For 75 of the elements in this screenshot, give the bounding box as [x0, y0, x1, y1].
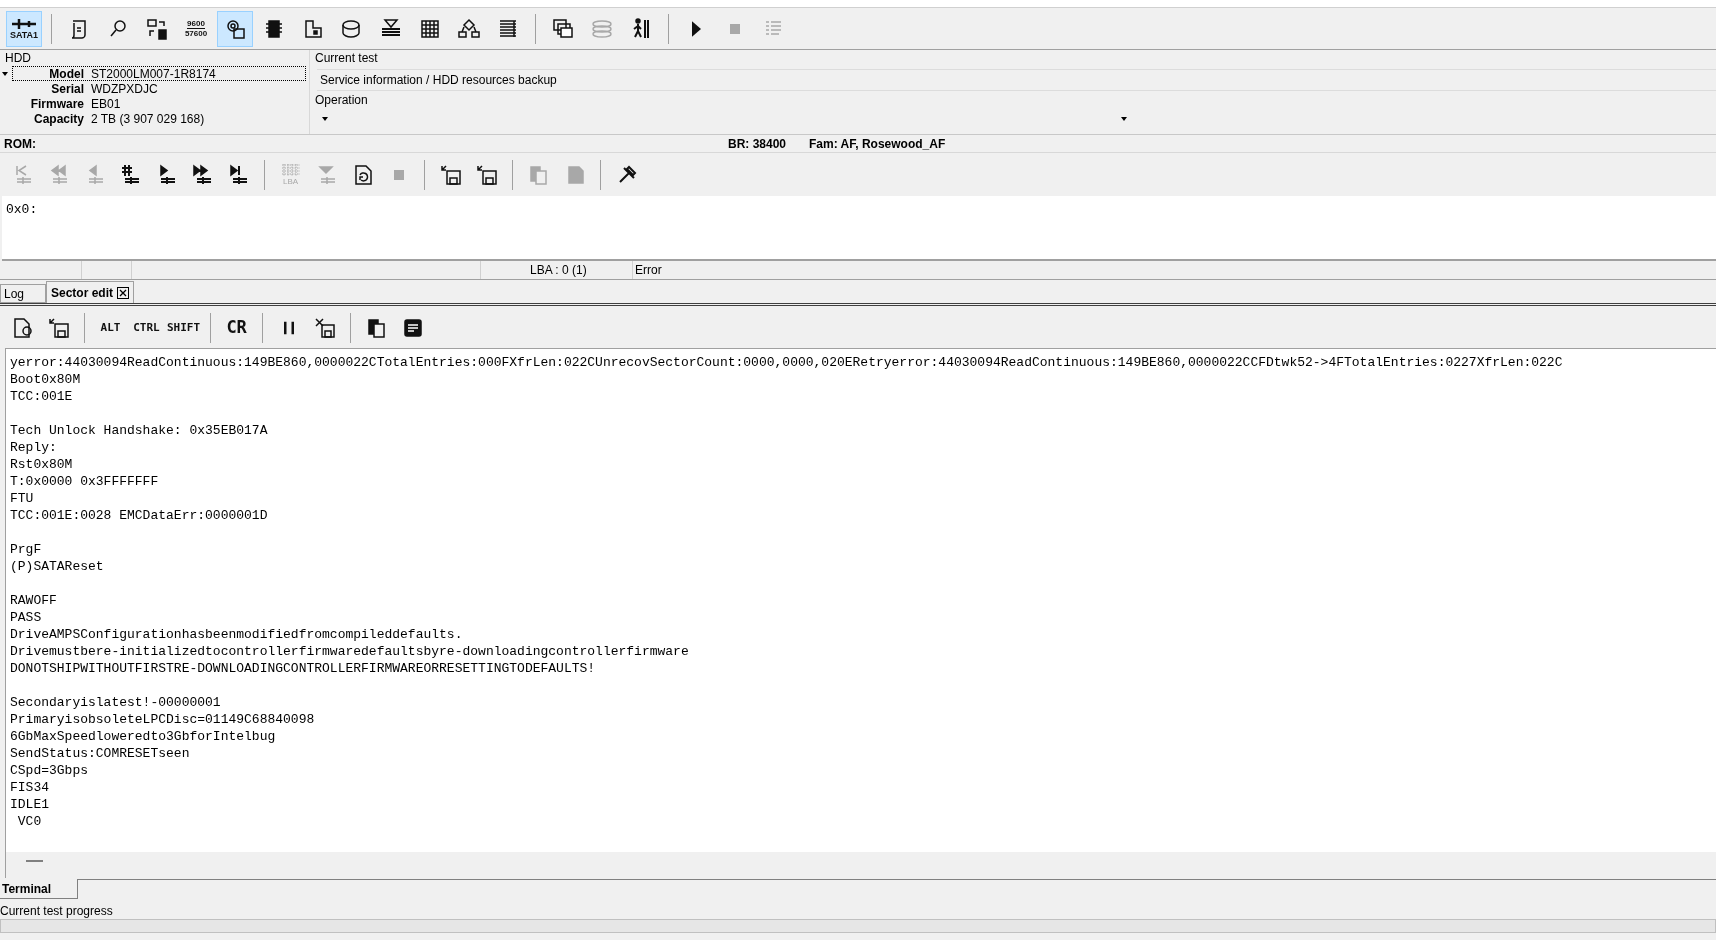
sata-port-button[interactable]: SATA1	[6, 10, 42, 47]
collapse-icon[interactable]	[2, 72, 8, 76]
terminal-line: T:0x0000 0x3FFFFFFF	[10, 473, 160, 490]
grid-icon	[280, 163, 301, 177]
input-cursor	[26, 860, 43, 862]
play-icon	[691, 20, 701, 37]
field-row[interactable]: Capacity 2 TB (3 907 029 168)	[12, 111, 306, 126]
terminal-line: SendStatus:COMRESETseen	[10, 745, 191, 762]
terminal-line: PrgF	[10, 541, 43, 558]
windows-icon	[551, 16, 575, 41]
terminal-line: IDLE1	[10, 796, 50, 813]
family-label: Fam: AF, Rosewood_AF	[809, 135, 946, 153]
tab[interactable]: Terminal	[0, 879, 78, 899]
field-label: Capacity	[32, 110, 85, 128]
baud-rate-label: BR: 38400	[728, 135, 788, 153]
terminal-line: Reply:	[10, 439, 58, 456]
field-value: EB01	[91, 95, 121, 113]
terminal-line: PrimaryisobsoleteLPCDisc=01149C68840098	[10, 711, 316, 728]
close-icon[interactable]	[117, 286, 129, 299]
flowchart-icon	[457, 16, 481, 41]
field-value: 2 TB (3 907 029 168)	[91, 110, 205, 128]
terminal-line: CSpd=3Gbps	[10, 762, 89, 779]
field-row[interactable]: Serial WDZPXDJC	[12, 81, 306, 96]
key-button[interactable]: CTRL	[130, 311, 163, 345]
dropdown-arrow-icon	[322, 117, 328, 121]
terminal-line: RAWOFF	[10, 592, 58, 609]
group-title: Current test	[315, 50, 379, 66]
stop-icon	[393, 169, 404, 180]
terminal-line: DONOTSHIPWITHOUTFIRSTRE-DOWNLOADINGCONTROLLERFIRMWAREORRESETTINGTODEFAULTS!	[10, 660, 597, 677]
current-test-value: Service information / HDD resources backup	[317, 69, 1716, 91]
group-title: Operation	[315, 93, 369, 108]
key-button[interactable]: CR	[220, 311, 254, 345]
terminal-line: DriveAMPSConfigurationhasbeenmodifiedfromcompileddefaults.	[10, 626, 464, 643]
key-button[interactable]: SHIFT	[166, 311, 202, 345]
field-value: ST2000LM007-1R8174	[91, 65, 216, 83]
floppy-arrow-icon	[438, 162, 463, 187]
pause-icon	[283, 320, 294, 336]
hex-line: 0x0:	[6, 202, 38, 217]
error-status: Error	[635, 262, 662, 279]
floppy-delete-icon	[312, 316, 337, 340]
terminal-line: FIS34	[10, 779, 50, 796]
terminal-line: TCC:001E:0028 EMCDataErr:0000001D	[10, 507, 269, 524]
lba-status: LBA : 0 (1)	[530, 262, 587, 279]
transfer-icon	[145, 16, 169, 41]
tab[interactable]: Log	[0, 284, 46, 303]
progress-label: Current test progress	[0, 904, 114, 918]
dropdown-arrow-icon	[1121, 117, 1127, 121]
terminal-line: Tech Unlock Handshake: 0x35EB017A	[10, 422, 269, 439]
terminal-line: Drivemustbere-initializedtocontrollerfirmwaredefaultsbyre-downloadingcontrollerfirmware	[10, 643, 690, 660]
baud-rate-button[interactable]: 9600 57600	[178, 10, 214, 47]
stop-icon	[730, 23, 740, 34]
terminal-line: Boot0x80M	[10, 371, 82, 388]
gear-floppy-tool-button[interactable]	[217, 10, 253, 47]
panel-title: HDD	[4, 50, 32, 66]
terminal-line: (P)SATAReset	[10, 558, 105, 575]
field-row[interactable]: Model ST2000LM007-1R8174	[12, 66, 306, 81]
terminal-line: 6GbMaxSpeedloweredto3GbforIntelbug	[10, 728, 277, 745]
terminal-line: VC0	[16, 813, 43, 830]
key-button[interactable]: ALT	[94, 311, 127, 345]
field-label: Firmware	[29, 95, 85, 113]
terminal-line: yerror:44030094ReadContinuous:149BE860,0000022CTotalEntries:000FXfrLen:022CUnrecovSectorCount:0000,0000,020ERetryerror:44030094ReadContinuous:149BE860,0000022CCFDtwk52->4FTotalEntries:0227XfrLen:022C	[10, 354, 1564, 371]
floppy-arrow-icon	[46, 316, 71, 340]
field-row[interactable]: Firmware EB01	[12, 96, 306, 111]
connector-icon	[11, 17, 37, 30]
field-label: Serial	[50, 80, 85, 98]
rom-label: ROM:	[3, 135, 37, 153]
tab[interactable]: Sector edit	[46, 281, 134, 303]
field-label: Model	[48, 65, 85, 83]
terminal-line: PASS	[10, 609, 43, 626]
terminal-line: FTU	[10, 490, 35, 507]
field-value: WDZPXDJC	[91, 80, 158, 98]
terminal-line: Rst0x80M	[10, 456, 74, 473]
terminal-line: TCC:001E	[10, 388, 74, 405]
terminal-line: Secondaryislatest!-00000001	[10, 694, 222, 711]
floppy-arrow-icon	[474, 162, 499, 187]
